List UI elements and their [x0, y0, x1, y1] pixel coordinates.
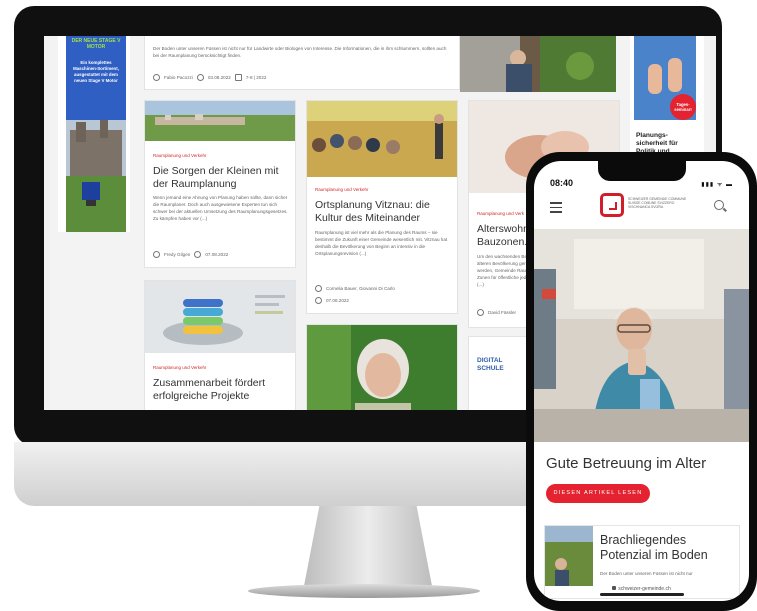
article-card-4-image [145, 281, 295, 353]
lock-icon [612, 586, 617, 590]
top-article-issue: 7-8 | 2022 [245, 75, 267, 80]
home-indicator[interactable] [600, 593, 684, 596]
imac-stand [304, 506, 432, 586]
article-card-1[interactable]: Raumplanung und Verkehr Die Sorgen der K… [144, 100, 296, 268]
article-card-3-tag[interactable]: Raumplanung und Verk [477, 211, 524, 216]
article-card-2-author: Cornelia Bauer, Giovanni Di Carlo [326, 286, 395, 291]
ad-left-headline: DER NEUE STAGE V MOTOR [71, 38, 121, 50]
top-article-photo[interactable] [460, 36, 616, 92]
ad-right[interactable]: Tages-seminar! Planungs-sicherheit für P… [630, 36, 704, 160]
phone-url: schweizer-gemeinde.ch [618, 586, 671, 592]
top-article-author: Fabio Pacozzi [164, 75, 193, 80]
phone-notch [598, 161, 686, 181]
phone-url-bar[interactable]: schweizer-gemeinde.ch [534, 586, 749, 592]
article-card-2-tag[interactable]: Raumplanung und Verkehr [315, 187, 369, 192]
article-card-3-author: David Fässler [488, 310, 517, 315]
phone-article-card-image [545, 526, 593, 586]
imac-foot [248, 584, 480, 598]
article-card-6-title[interactable]: DIGITAL SCHULE [477, 357, 513, 373]
author-icon [153, 74, 160, 81]
article-card-5-image [307, 325, 457, 410]
article-card-4-tag[interactable]: Raumplanung und Verkehr [153, 365, 207, 370]
article-card-2-image [307, 101, 457, 177]
article-card-2-date: 07.08.2022 [326, 298, 349, 303]
article-card-4-title[interactable]: Zusammenarbeit fördert erfolgreiche Proj… [153, 377, 289, 402]
top-article[interactable]: Der Boden unter unseren Füssen ist nicht… [144, 36, 460, 90]
article-card-2-body: Raumplanung ist viel mehr als die Planun… [315, 230, 448, 256]
phone-article-card-title[interactable]: Brachliegendes Potenzial im Boden [600, 533, 736, 563]
clock-icon [315, 297, 322, 304]
ad-right-badge: Tages-seminar! [670, 94, 696, 120]
article-card-1-title[interactable]: Die Sorgen der Kleinen mit der Raumplanu… [153, 165, 289, 190]
search-icon[interactable] [714, 200, 724, 210]
phone-status-icons: ▮▮▮ ᯤ ▬ [701, 182, 733, 188]
calendar-icon [234, 74, 242, 81]
phone-time: 08:40 [550, 178, 574, 188]
article-card-1-author: Fredy Gilgen [164, 252, 191, 257]
article-card-1-date: 07.08.2022 [205, 252, 229, 257]
read-article-button[interactable]: DIESEN ARTIKEL LESEN [546, 484, 650, 503]
author-icon [477, 309, 484, 316]
top-article-meta: Fabio Pacozzi 03.08.2022 7-8 | 2022 [153, 74, 266, 81]
top-article-date: 03.08.2022 [207, 75, 231, 80]
author-icon [153, 251, 160, 258]
article-card-3-meta: David Fässler [477, 309, 516, 316]
article-card-2-meta-date: 07.08.2022 [315, 297, 349, 304]
site-logo-icon[interactable] [600, 193, 624, 217]
hero-title[interactable]: Gute Betreuung im Alter [546, 455, 706, 472]
article-card-4[interactable]: Raumplanung und Verkehr Zusammenarbeit f… [144, 280, 296, 410]
site-logo-text[interactable]: SCHWEIZER GEMEINDE COMMUNE SUISSE COMUNE… [628, 197, 692, 210]
hamburger-menu-icon[interactable] [550, 202, 562, 216]
article-card-1-body: Wenn jemand eine Ahnung von Planung habe… [153, 195, 288, 221]
article-card-2-meta: Cornelia Bauer, Giovanni Di Carlo [315, 285, 395, 292]
article-card-1-tag[interactable]: Raumplanung und Verkehr [153, 153, 207, 158]
article-card-2[interactable]: Raumplanung und Verkehr Ortsplanung Vitz… [306, 100, 458, 314]
author-icon [315, 285, 322, 292]
clock-icon [194, 251, 202, 258]
ad-left-photo [66, 120, 126, 232]
hero-image[interactable] [534, 229, 749, 442]
article-card-1-image [145, 101, 295, 141]
article-card-2-title[interactable]: Ortsplanung Vitznau: die Kultur des Mite… [315, 199, 451, 224]
ad-left[interactable]: DER NEUE STAGE V MOTOR Ein komplettes Ma… [58, 36, 130, 232]
phone-article-card-body: Der Boden unter unseren Füssen ist nicht… [600, 571, 693, 576]
clock-icon [196, 74, 204, 81]
article-card-1-meta: Fredy Gilgen 07.08.2022 [153, 251, 228, 258]
phone-screen: 08:40 ▮▮▮ ᯤ ▬ SCHWEIZER GEMEINDE COMMUNE… [534, 161, 749, 601]
ad-left-text: Ein komplettes Maschinen-Sortiment, ausg… [73, 60, 119, 83]
top-article-text: Der Boden unter unseren Füssen ist nicht… [153, 46, 447, 58]
article-card-5[interactable] [306, 324, 458, 410]
